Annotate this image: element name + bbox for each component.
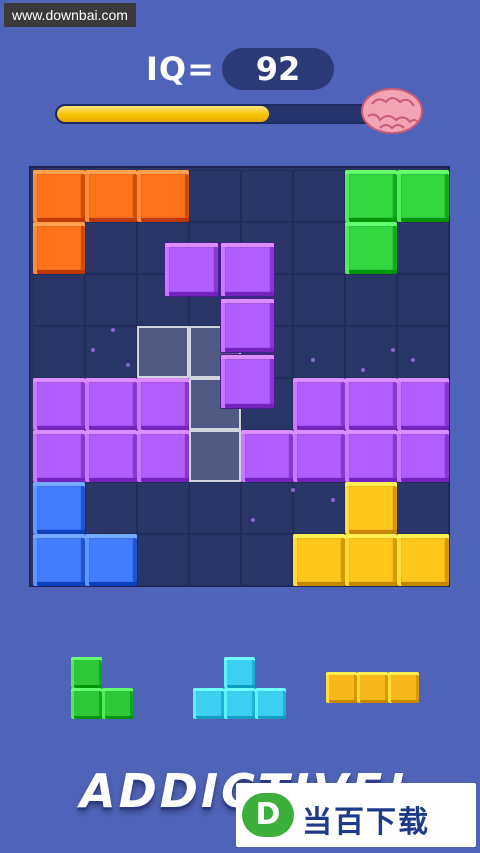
- sparkle: [331, 498, 335, 502]
- board-cell[interactable]: [397, 482, 449, 534]
- board-cell[interactable]: [241, 170, 293, 222]
- board-cell[interactable]: [33, 274, 85, 326]
- board-cell[interactable]: [85, 326, 137, 378]
- placement-preview-cell: [137, 326, 189, 378]
- board-cell[interactable]: [293, 482, 345, 534]
- board-cell[interactable]: [137, 534, 189, 586]
- placed-block-purple: [85, 378, 137, 430]
- placed-block-purple: [397, 378, 449, 430]
- iq-label: IQ=: [146, 50, 215, 88]
- tray-block: [255, 688, 286, 719]
- board-cell[interactable]: [241, 534, 293, 586]
- placed-block-yellow: [293, 534, 345, 586]
- board-cell[interactable]: [345, 326, 397, 378]
- placed-block-purple: [137, 378, 189, 430]
- site-logo-icon: D: [242, 793, 294, 837]
- tray-block: [71, 688, 102, 719]
- tray-block: [357, 672, 388, 703]
- board-cell[interactable]: [137, 482, 189, 534]
- board-cell[interactable]: [85, 274, 137, 326]
- placed-block-purple: [85, 430, 137, 482]
- sparkle: [311, 358, 315, 362]
- board-cell[interactable]: [293, 222, 345, 274]
- tray-block: [388, 672, 419, 703]
- board-cell[interactable]: [293, 326, 345, 378]
- watermark: www.downbai.com: [4, 3, 136, 27]
- sparkle: [111, 328, 115, 332]
- board-cell[interactable]: [345, 274, 397, 326]
- placed-block-purple: [293, 378, 345, 430]
- placed-block-blue: [33, 482, 85, 534]
- placed-block-purple: [33, 378, 85, 430]
- placed-block-green: [345, 170, 397, 222]
- placed-block-purple: [33, 430, 85, 482]
- board-cell[interactable]: [293, 274, 345, 326]
- tray-block: [193, 688, 224, 719]
- tray-block: [224, 657, 255, 688]
- site-badge: D 当百下载: [236, 783, 476, 847]
- placed-block-purple: [241, 430, 293, 482]
- placed-block-orange: [85, 170, 137, 222]
- game-board[interactable]: [29, 166, 450, 587]
- tray-block: [326, 672, 357, 703]
- board-cell[interactable]: [189, 482, 241, 534]
- sparkle: [411, 358, 415, 362]
- placed-block-purple: [345, 378, 397, 430]
- placed-block-purple: [397, 430, 449, 482]
- iq-progress-bar: [55, 104, 375, 124]
- placed-block-orange: [33, 170, 85, 222]
- board-cell[interactable]: [397, 222, 449, 274]
- board-cell[interactable]: [397, 326, 449, 378]
- placed-block-blue: [85, 534, 137, 586]
- placed-block-purple: [293, 430, 345, 482]
- sparkle: [126, 363, 130, 367]
- board-cell[interactable]: [85, 222, 137, 274]
- board-cell[interactable]: [293, 170, 345, 222]
- board-cell[interactable]: [397, 274, 449, 326]
- dragging-block: [220, 354, 275, 409]
- placed-block-purple: [345, 430, 397, 482]
- board-cell[interactable]: [33, 326, 85, 378]
- placed-block-purple: [137, 430, 189, 482]
- sparkle: [91, 348, 95, 352]
- board-cell[interactable]: [85, 482, 137, 534]
- placed-block-yellow: [397, 534, 449, 586]
- placed-block-yellow: [345, 482, 397, 534]
- dragging-block: [220, 298, 275, 353]
- brain-icon: [361, 88, 423, 134]
- board-cell[interactable]: [189, 170, 241, 222]
- iq-score: 92: [222, 48, 334, 90]
- sparkle: [361, 368, 365, 372]
- site-badge-text: 当百下载: [302, 805, 430, 840]
- tray-block: [71, 657, 102, 688]
- placed-block-green: [397, 170, 449, 222]
- board-cell[interactable]: [241, 482, 293, 534]
- sparkle: [291, 488, 295, 492]
- tray-block: [102, 688, 133, 719]
- placed-block-green: [345, 222, 397, 274]
- placed-block-orange: [137, 170, 189, 222]
- dragging-block: [220, 242, 275, 297]
- tray-block: [224, 688, 255, 719]
- board-cell[interactable]: [189, 534, 241, 586]
- iq-progress-fill: [57, 106, 269, 122]
- placed-block-blue: [33, 534, 85, 586]
- placed-block-orange: [33, 222, 85, 274]
- sparkle: [391, 348, 395, 352]
- placed-block-yellow: [345, 534, 397, 586]
- sparkle: [251, 518, 255, 522]
- dragging-block: [164, 242, 219, 297]
- placement-preview-cell: [189, 430, 241, 482]
